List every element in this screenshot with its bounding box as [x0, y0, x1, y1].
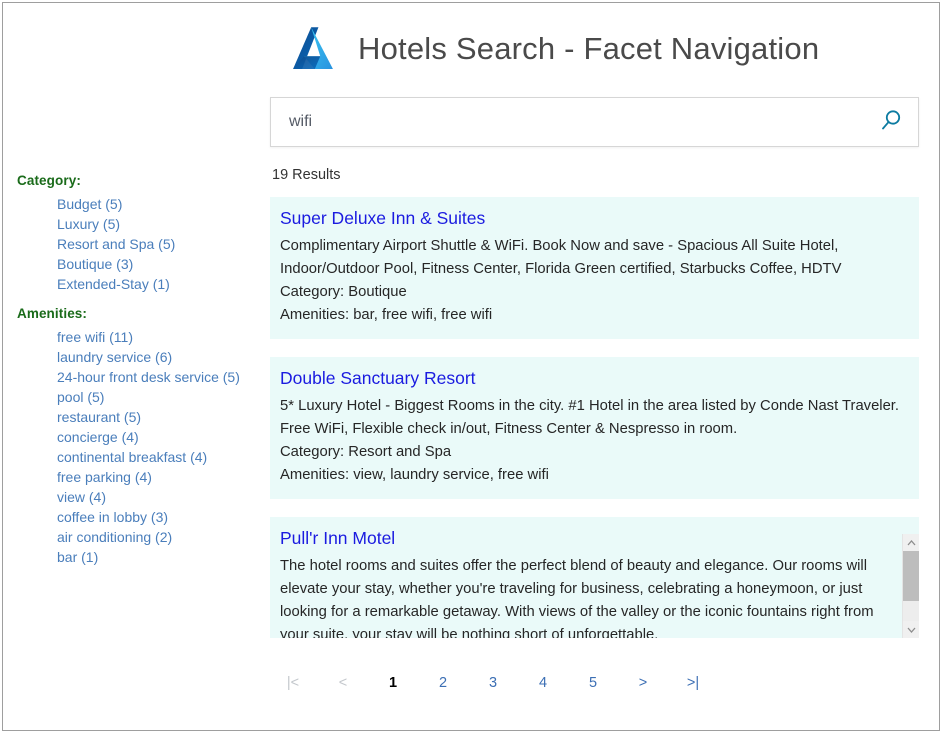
result-amenities: Amenities: bar, free wifi, free wifi — [280, 304, 905, 327]
search-input[interactable] — [271, 98, 864, 146]
facet-item-pool[interactable]: pool (5) — [57, 387, 268, 407]
pagination-page-3[interactable]: 3 — [468, 675, 518, 691]
facet-group-amenities: Amenities: free wifi (11) laundry servic… — [3, 306, 268, 567]
result-card[interactable]: Double Sanctuary Resort 5* Luxury Hotel … — [270, 357, 919, 499]
pagination-prev[interactable]: < — [318, 675, 368, 691]
page-title: Hotels Search - Facet Navigation — [358, 31, 819, 67]
pagination: |< < 1 2 3 4 5 > >| — [268, 675, 939, 691]
result-title[interactable]: Pull'r Inn Motel — [280, 527, 905, 549]
results-pane: Super Deluxe Inn & Suites Complimentary … — [270, 197, 919, 638]
facet-item-coffee-in-lobby[interactable]: coffee in lobby (3) — [57, 507, 268, 527]
page-layout: Category: Budget (5) Luxury (5) Resort a… — [3, 3, 939, 730]
scroll-down-button[interactable] — [903, 621, 919, 638]
main-content: Hotels Search - Facet Navigation — [268, 3, 939, 730]
result-description: Complimentary Airport Shuttle & WiFi. Bo… — [280, 235, 905, 281]
result-description: The hotel rooms and suites offer the per… — [280, 555, 905, 638]
app-header: Hotels Search - Facet Navigation — [268, 3, 939, 83]
scroll-up-button[interactable] — [903, 534, 919, 551]
result-title[interactable]: Double Sanctuary Resort — [280, 367, 905, 389]
azure-logo — [284, 20, 342, 78]
facet-item-concierge[interactable]: concierge (4) — [57, 427, 268, 447]
facet-item-restaurant[interactable]: restaurant (5) — [57, 407, 268, 427]
facet-item-free-parking[interactable]: free parking (4) — [57, 467, 268, 487]
result-category: Category: Resort and Spa — [280, 441, 905, 464]
pagination-next[interactable]: > — [618, 675, 668, 691]
facet-item-view[interactable]: view (4) — [57, 487, 268, 507]
search-box[interactable] — [270, 97, 919, 147]
result-title[interactable]: Super Deluxe Inn & Suites — [280, 207, 905, 229]
result-amenities: Amenities: view, laundry service, free w… — [280, 464, 905, 487]
facet-item-continental-breakfast[interactable]: continental breakfast (4) — [57, 447, 268, 467]
search-button[interactable] — [864, 98, 918, 146]
pagination-last[interactable]: >| — [668, 675, 718, 691]
result-card[interactable]: Pull'r Inn Motel The hotel rooms and sui… — [270, 517, 919, 638]
sidebar-top-spacer — [3, 3, 268, 173]
result-card[interactable]: Super Deluxe Inn & Suites Complimentary … — [270, 197, 919, 339]
facet-heading-category: Category: — [17, 173, 268, 188]
facet-item-budget[interactable]: Budget (5) — [57, 194, 268, 214]
facet-list-amenities: free wifi (11) laundry service (6) 24-ho… — [17, 327, 268, 567]
scrollbar-thumb[interactable] — [903, 551, 919, 601]
result-category: Category: Boutique — [280, 281, 905, 304]
facet-heading-amenities: Amenities: — [17, 306, 268, 321]
app-window: Category: Budget (5) Luxury (5) Resort a… — [2, 2, 940, 731]
facet-sidebar: Category: Budget (5) Luxury (5) Resort a… — [3, 3, 268, 730]
pagination-first[interactable]: |< — [268, 675, 318, 691]
facet-list-category: Budget (5) Luxury (5) Resort and Spa (5)… — [17, 194, 268, 294]
pagination-page-5[interactable]: 5 — [568, 675, 618, 691]
pagination-page-4[interactable]: 4 — [518, 675, 568, 691]
results-scrollbar[interactable] — [902, 534, 919, 638]
pagination-page-1[interactable]: 1 — [368, 675, 418, 691]
facet-item-free-wifi[interactable]: free wifi (11) — [57, 327, 268, 347]
facet-item-boutique[interactable]: Boutique (3) — [57, 254, 268, 274]
results-count: 19 Results — [272, 167, 939, 183]
facet-item-laundry-service[interactable]: laundry service (6) — [57, 347, 268, 367]
pagination-page-2[interactable]: 2 — [418, 675, 468, 691]
facet-item-24-hour-front-desk-service[interactable]: 24-hour front desk service (5) — [57, 367, 268, 387]
facet-item-extended-stay[interactable]: Extended-Stay (1) — [57, 274, 268, 294]
facet-item-luxury[interactable]: Luxury (5) — [57, 214, 268, 234]
facet-item-resort-and-spa[interactable]: Resort and Spa (5) — [57, 234, 268, 254]
search-icon — [878, 108, 904, 137]
facet-group-category: Category: Budget (5) Luxury (5) Resort a… — [3, 173, 268, 294]
facet-item-air-conditioning[interactable]: air conditioning (2) — [57, 527, 268, 547]
facet-item-bar[interactable]: bar (1) — [57, 547, 268, 567]
search-row — [270, 97, 919, 147]
result-description: 5* Luxury Hotel - Biggest Rooms in the c… — [280, 395, 905, 441]
